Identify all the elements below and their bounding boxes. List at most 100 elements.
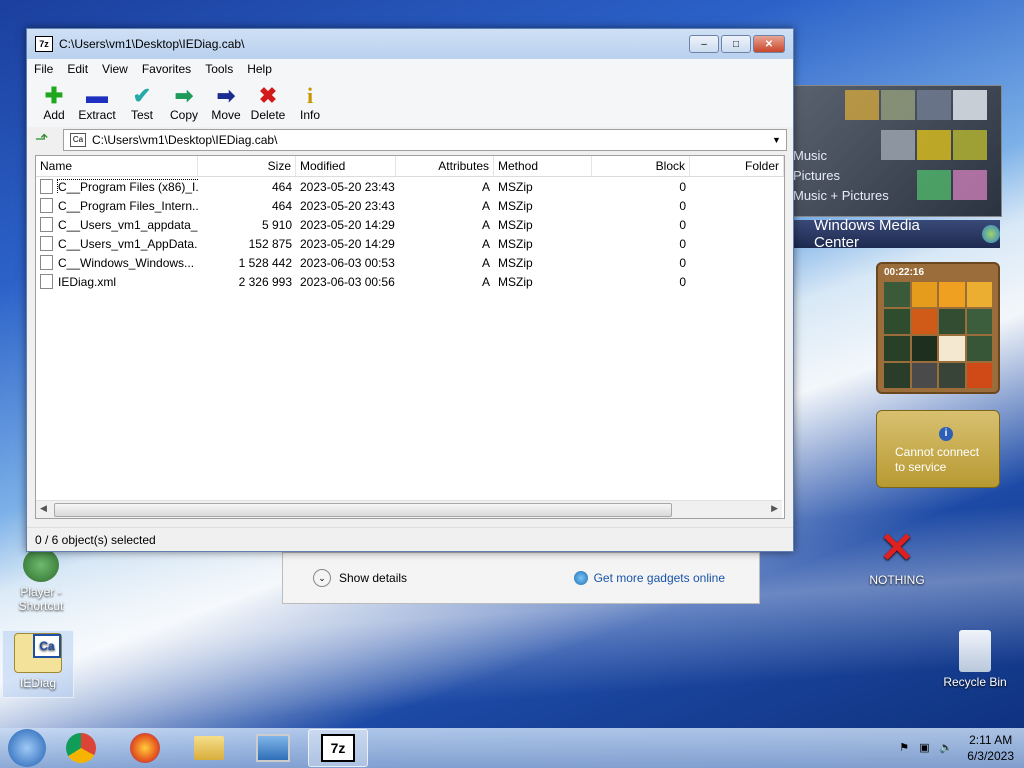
horizontal-scrollbar[interactable]: ◀ ▶ — [36, 500, 782, 518]
menu-file[interactable]: File — [27, 62, 60, 76]
address-row: ⬏ Ca C:\Users\vm1\Desktop\IEDiag.cab\ ▼ — [27, 127, 793, 153]
puzzle-tile[interactable] — [939, 363, 965, 388]
scroll-right-icon[interactable]: ▶ — [771, 503, 778, 514]
puzzle-grid — [884, 282, 992, 388]
media-item-music[interactable]: Music — [793, 148, 827, 163]
media-tile — [917, 90, 951, 120]
puzzle-tile[interactable] — [911, 336, 937, 361]
info-button[interactable]: i Info — [289, 84, 331, 123]
column-header-modified[interactable]: Modified — [296, 156, 396, 176]
puzzle-tile[interactable] — [966, 363, 992, 388]
column-header-block[interactable]: Block — [592, 156, 690, 176]
taskbar-chrome[interactable] — [52, 730, 110, 766]
puzzle-tile[interactable] — [884, 309, 910, 334]
chevron-down-icon[interactable]: ▼ — [772, 135, 786, 145]
puzzle-tile[interactable] — [884, 363, 910, 388]
file-name-cell: C__Users_vm1_AppData... — [36, 236, 198, 251]
desktop-icon-iediag[interactable]: Ca IEDiag — [2, 630, 74, 698]
media-item-music-pictures[interactable]: Music + Pictures — [793, 188, 889, 203]
system-tray: ⚑ ▣ 🔈 2:11 AM 6/3/2023 — [899, 732, 1014, 764]
table-row[interactable]: C__Users_vm1_AppData... 152 875 2023-05-20… — [36, 234, 784, 253]
puzzle-tile[interactable] — [966, 336, 992, 361]
media-center-gadget[interactable]: Music Pictures Music + Pictures — [792, 85, 1002, 217]
media-center-title[interactable]: Windows Media Center — [792, 217, 1000, 251]
table-row[interactable]: C__Program Files_Intern... 464 2023-05-20 … — [36, 196, 784, 215]
scroll-left-icon[interactable]: ◀ — [40, 503, 47, 514]
get-more-gadgets-link[interactable]: Get more gadgets online — [573, 571, 725, 585]
file-method-cell: MSZip — [498, 217, 533, 232]
copy-button[interactable]: ➡ Copy — [163, 84, 205, 123]
file-modified-cell: 2023-05-20 14:29 — [300, 217, 395, 232]
menu-view[interactable]: View — [95, 62, 135, 76]
puzzle-tile[interactable] — [884, 282, 910, 307]
action-center-icon[interactable]: ⚑ — [899, 741, 913, 755]
column-header-size[interactable]: Size — [198, 156, 296, 176]
move-button[interactable]: ➡ Move — [205, 83, 247, 123]
puzzle-tile[interactable] — [911, 282, 937, 307]
test-button[interactable]: ✔ Test — [121, 84, 163, 123]
file-name: C__Users_vm1_AppData... — [58, 236, 198, 251]
desktop-icon-recycle-bin[interactable]: Recycle Bin — [940, 630, 1010, 689]
file-name-cell: C__Program Files_Intern... — [36, 198, 198, 213]
file-name-cell: C__Program Files (x86)_I... — [36, 179, 198, 194]
file-name-cell: IEDiag.xml — [36, 274, 198, 289]
puzzle-tile[interactable] — [911, 363, 937, 388]
start-button[interactable] — [8, 729, 46, 767]
table-row[interactable]: C__Program Files (x86)_I... 464 2023-05-20… — [36, 177, 784, 196]
scrollbar-thumb[interactable] — [54, 503, 672, 517]
puzzle-timer: 00:22:16 — [884, 267, 925, 278]
clock[interactable]: 2:11 AM 6/3/2023 — [967, 732, 1014, 764]
taskbar-7zip[interactable]: 7z — [308, 729, 368, 767]
puzzle-tile[interactable] — [966, 282, 992, 307]
taskbar-remote-desktop[interactable] — [244, 730, 302, 766]
desktop-icon-player-shortcut[interactable]: Player - Shortcut — [6, 548, 76, 613]
puzzle-tile[interactable] — [966, 309, 992, 334]
table-row[interactable]: IEDiag.xml 2 326 993 2023-06-03 00:56 A MSZi… — [36, 272, 784, 291]
add-button[interactable]: ✚ Add — [35, 83, 73, 123]
window-title: C:\Users\vm1\Desktop\IEDiag.cab\ — [59, 37, 245, 51]
desktop-icon-nothing[interactable]: ✕ NOTHING — [862, 526, 932, 588]
menu-favorites[interactable]: Favorites — [135, 62, 198, 76]
weather-gadget[interactable]: i Cannot connect to service — [876, 410, 1000, 488]
table-row[interactable]: C__Windows_Windows... 1 528 442 2023-06-03… — [36, 253, 784, 272]
extract-button[interactable]: ▬ Extract — [73, 84, 121, 123]
toolbar: ✚ Add ▬ Extract ✔ Test ➡ Copy ➡ Move ✖ D… — [27, 79, 793, 127]
taskbar-file-explorer[interactable] — [180, 730, 238, 766]
7zip-window: 7z C:\Users\vm1\Desktop\IEDiag.cab\ – □ … — [26, 28, 794, 552]
column-header-method[interactable]: Method — [494, 156, 592, 176]
puzzle-tile[interactable] — [939, 336, 965, 361]
media-item-pictures[interactable]: Pictures — [793, 168, 840, 183]
taskbar-firefox[interactable] — [116, 730, 174, 766]
volume-icon[interactable]: 🔈 — [939, 741, 953, 755]
menu-help[interactable]: Help — [240, 62, 279, 76]
puzzle-tile[interactable] — [939, 282, 965, 307]
title-bar[interactable]: 7z C:\Users\vm1\Desktop\IEDiag.cab\ – □ … — [27, 29, 793, 59]
delete-button[interactable]: ✖ Delete — [247, 84, 289, 123]
minimize-button[interactable]: – — [689, 35, 719, 53]
plus-icon: ✚ — [44, 83, 64, 108]
column-header-name[interactable]: Name — [36, 156, 198, 176]
file-block-cell: 0 — [679, 236, 686, 251]
picture-puzzle-gadget[interactable]: 00:22:16 — [876, 262, 1000, 394]
maximize-button[interactable]: □ — [721, 35, 751, 53]
close-button[interactable]: ✕ — [753, 35, 785, 53]
column-header-folder[interactable]: Folder — [690, 156, 784, 176]
column-header-attributes[interactable]: Attributes — [396, 156, 494, 176]
folder-up-icon[interactable]: ⬏ — [35, 131, 53, 149]
puzzle-tile[interactable] — [884, 336, 910, 361]
file-size-cell: 5 910 — [261, 217, 292, 232]
file-size-cell: 2 326 993 — [238, 274, 292, 289]
arrow-right-icon: ➡ — [216, 83, 236, 108]
address-bar[interactable]: Ca C:\Users\vm1\Desktop\IEDiag.cab\ ▼ — [63, 129, 787, 151]
network-icon[interactable]: ▣ — [919, 741, 933, 755]
menu-tools[interactable]: Tools — [198, 62, 240, 76]
info-icon: i — [939, 427, 953, 441]
status-bar: 0 / 6 object(s) selected — [27, 527, 793, 551]
address-path: C:\Users\vm1\Desktop\IEDiag.cab\ — [92, 133, 278, 147]
show-details-button[interactable]: ⌄ Show details — [313, 569, 407, 587]
menu-edit[interactable]: Edit — [60, 62, 95, 76]
file-attributes-cell: A — [481, 198, 490, 213]
puzzle-tile[interactable] — [911, 309, 937, 334]
table-row[interactable]: C__Users_vm1_appdata_... 5 910 2023-05-20 … — [36, 215, 784, 234]
puzzle-tile[interactable] — [939, 309, 965, 334]
